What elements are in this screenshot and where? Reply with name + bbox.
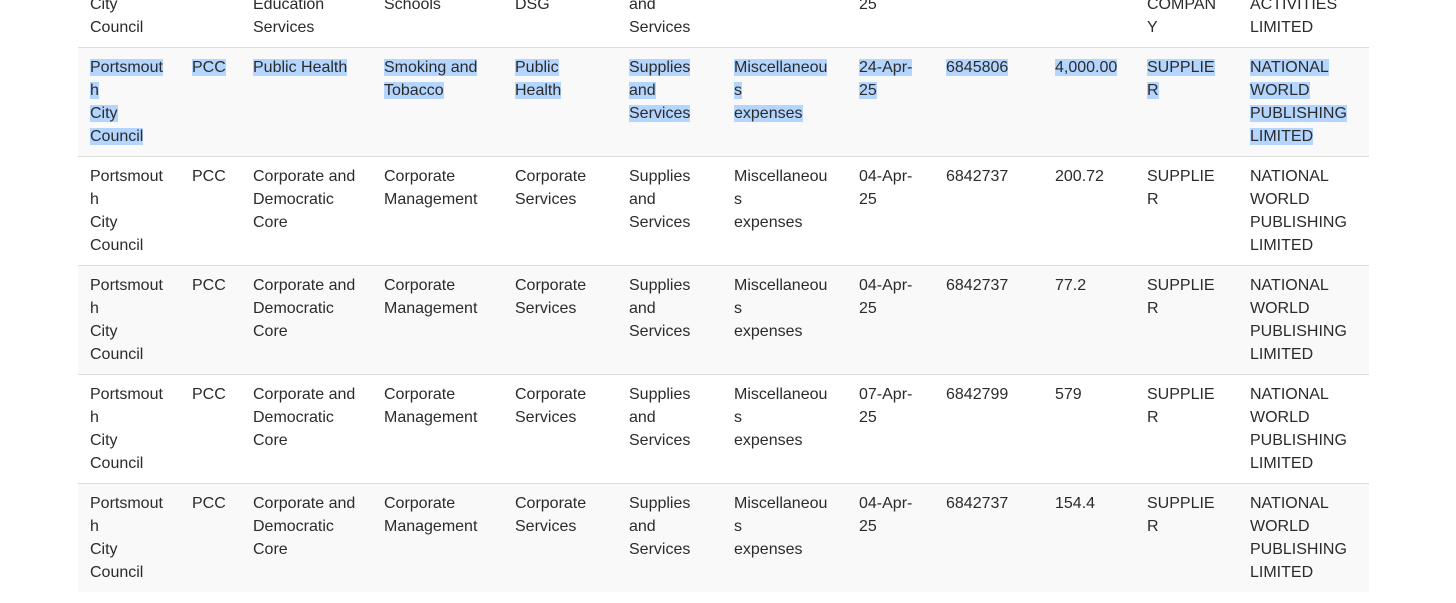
cell-date: 04-Apr- 25 <box>847 156 934 266</box>
cell-supplier-type: COMPANY <box>1147 0 1217 36</box>
cell-transaction-number <box>934 0 1043 48</box>
cell-expense-type: Supplies and Services <box>617 265 722 375</box>
cell-expense-type: Supplies and Services <box>617 47 722 157</box>
cell-expense-type: Supplies and Services <box>617 156 722 266</box>
cell-date: 07-Apr- 25 <box>847 374 934 484</box>
table-row: Portsmouth City Council PCC Public Health Smo… <box>78 47 1369 157</box>
table-body: City Council Education Services Schools DSG an… <box>78 0 1369 592</box>
cell-date: 04-Apr- 25 <box>847 483 934 592</box>
cell-supplier-name: NATIONAL WORLD PUBLISHING LIMITED <box>1238 374 1369 484</box>
cell-organisation: Portsmouth City Council <box>78 156 180 266</box>
cell-supplier-name: ACTIVITIES LIMITED <box>1250 0 1338 36</box>
cell-supplier-type: SUPPLIER <box>1135 47 1238 157</box>
cell-service: Corporate Management <box>372 265 503 375</box>
table-row: City Council Education Services Schools DSG an… <box>78 0 1369 48</box>
table-row: Portsmouth City Council PCC Corporate and Dem… <box>78 156 1369 266</box>
cell-service: Corporate Management <box>372 374 503 484</box>
cell-amount: 77.2 <box>1043 265 1135 375</box>
cell-division: Corporate Services <box>503 156 617 266</box>
cell-division: Public Health <box>503 47 617 157</box>
cell-service: Corporate Management <box>372 156 503 266</box>
cell-transaction-number: 6842799 <box>934 374 1043 484</box>
cell-supplier-type: SUPPLIER <box>1135 156 1238 266</box>
cell-amount: 200.72 <box>1043 156 1135 266</box>
spending-table: City Council Education Services Schools DSG an… <box>78 0 1369 592</box>
cell-service-area: Corporate and Democratic Core <box>241 265 372 375</box>
cell-amount: 579 <box>1043 374 1135 484</box>
cell-expense-type: Supplies and Services <box>617 374 722 484</box>
cell-transaction-number: 6842737 <box>934 483 1043 592</box>
cell-expense-detail: Miscellaneous expenses <box>722 47 847 157</box>
cell-service-area: Corporate and Democratic Core <box>241 483 372 592</box>
cell-supplier-type: SUPPLIER <box>1135 483 1238 592</box>
cell-org-code: PCC <box>180 156 241 266</box>
cell-amount: 154.4 <box>1043 483 1135 592</box>
cell-org-code <box>180 0 241 48</box>
cell-transaction-number: 6845806 <box>934 47 1043 157</box>
cell-service-area: Public Health <box>241 47 372 157</box>
cell-expense-type: and Services <box>629 0 691 36</box>
table-row: Portsmouth City Council PCC Corporate and Dem… <box>78 374 1369 484</box>
cell-org-code: PCC <box>180 483 241 592</box>
cell-division: Corporate Services <box>503 265 617 375</box>
cell-organisation: Portsmouth City Council <box>78 483 180 592</box>
cell-supplier-name: NATIONAL WORLD PUBLISHING LIMITED <box>1238 47 1369 157</box>
cell-supplier-name: NATIONAL WORLD PUBLISHING LIMITED <box>1238 483 1369 592</box>
cell-service-area: Education Services <box>253 0 325 36</box>
cell-expense-detail: Miscellaneous expenses <box>722 483 847 592</box>
cell-service: Smoking and Tobacco <box>372 47 503 157</box>
cell-service-area: Corporate and Democratic Core <box>241 156 372 266</box>
cell-division: Corporate Services <box>503 374 617 484</box>
cell-organisation: Portsmouth City Council <box>78 374 180 484</box>
cell-expense-detail <box>722 0 847 48</box>
spending-table-container: City Council Education Services Schools DSG an… <box>78 0 1369 592</box>
cell-date: 24-Apr- 25 <box>847 47 934 157</box>
cell-supplier-name: NATIONAL WORLD PUBLISHING LIMITED <box>1238 265 1369 375</box>
cell-supplier-type: SUPPLIER <box>1135 374 1238 484</box>
table-row: Portsmouth City Council PCC Corporate and Dem… <box>78 265 1369 375</box>
cell-expense-detail: Miscellaneous expenses <box>722 265 847 375</box>
cell-date: 25 <box>859 0 877 13</box>
cell-division: DSG <box>515 0 550 13</box>
cell-transaction-number: 6842737 <box>934 156 1043 266</box>
cell-expense-detail: Miscellaneous expenses <box>722 374 847 484</box>
cell-division: Corporate Services <box>503 483 617 592</box>
cell-expense-type: Supplies and Services <box>617 483 722 592</box>
cell-service-area: Corporate and Democratic Core <box>241 374 372 484</box>
cell-org-code: PCC <box>180 265 241 375</box>
cell-org-code: PCC <box>180 374 241 484</box>
cell-expense-detail: Miscellaneous expenses <box>722 156 847 266</box>
cell-amount <box>1043 0 1135 48</box>
cell-org-code: PCC <box>180 47 241 157</box>
cell-date: 04-Apr- 25 <box>847 265 934 375</box>
cell-organisation: Portsmouth City Council <box>78 47 180 157</box>
cell-organisation: City Council <box>90 0 144 36</box>
cell-amount: 4,000.00 <box>1043 47 1135 157</box>
cell-supplier-name: NATIONAL WORLD PUBLISHING LIMITED <box>1238 156 1369 266</box>
cell-service: Corporate Management <box>372 483 503 592</box>
cell-supplier-type: SUPPLIER <box>1135 265 1238 375</box>
table-row: Portsmouth City Council PCC Corporate and Dem… <box>78 483 1369 592</box>
cell-transaction-number: 6842737 <box>934 265 1043 375</box>
cell-service: Schools <box>384 0 441 13</box>
cell-organisation: Portsmouth City Council <box>78 265 180 375</box>
